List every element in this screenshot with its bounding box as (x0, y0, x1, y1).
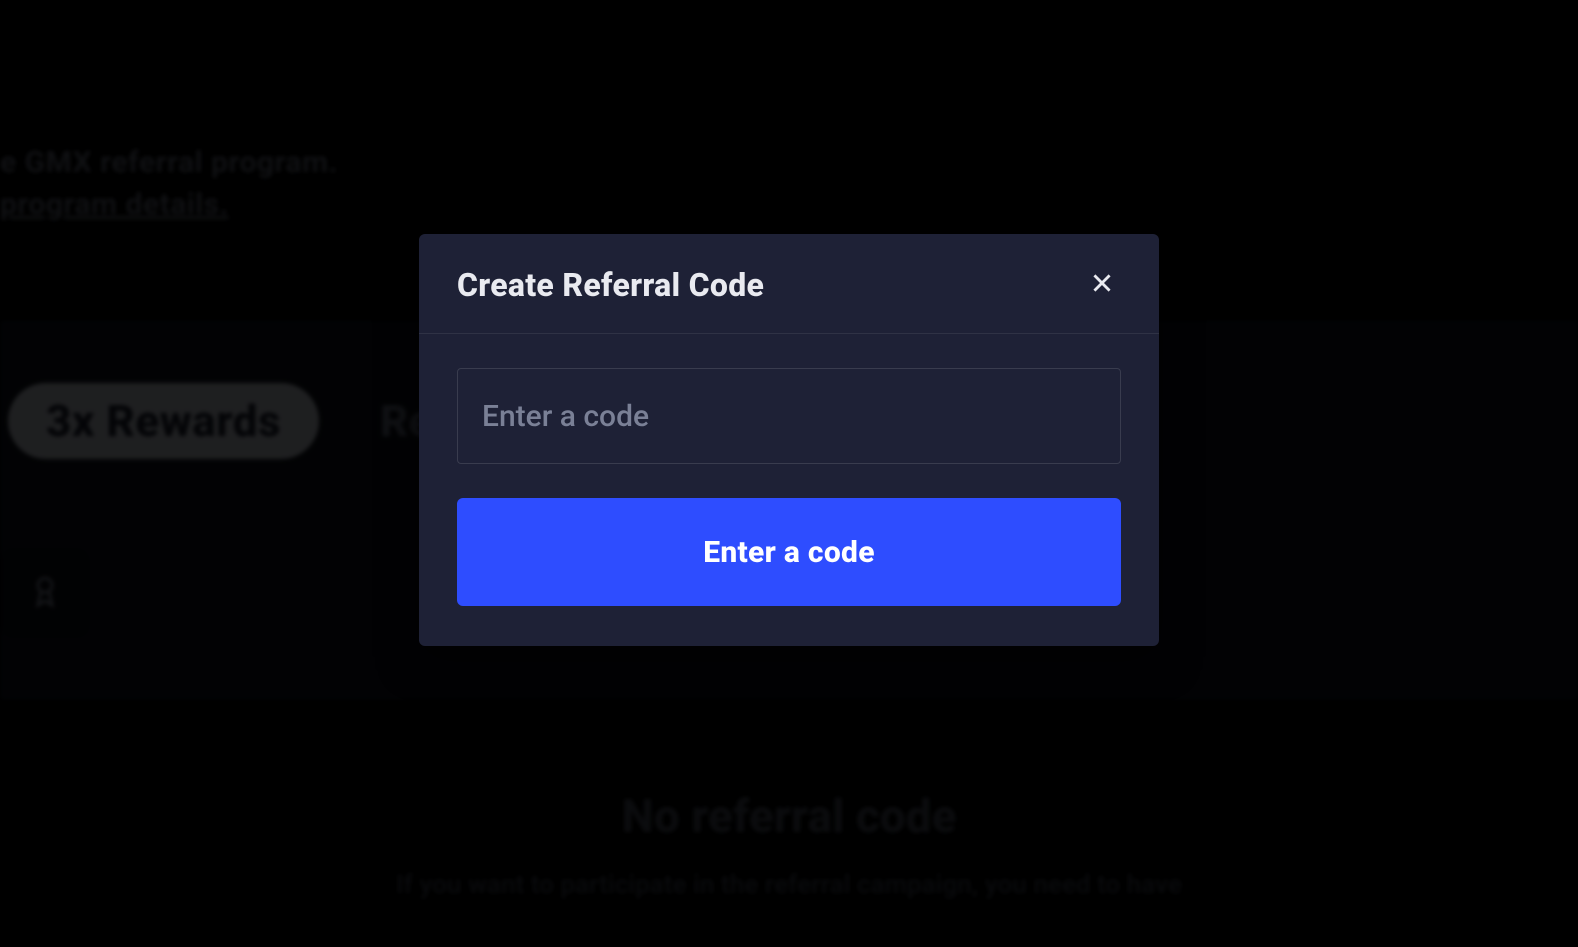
submit-code-button[interactable]: Enter a code (457, 498, 1121, 606)
modal-body: Enter a code (419, 334, 1159, 646)
modal-title: Create Referral Code (457, 266, 764, 304)
create-referral-modal: Create Referral Code Enter a code (419, 234, 1159, 646)
close-icon (1089, 270, 1115, 299)
referral-code-input[interactable] (457, 368, 1121, 464)
modal-header: Create Referral Code (419, 234, 1159, 334)
close-button[interactable] (1083, 264, 1121, 305)
